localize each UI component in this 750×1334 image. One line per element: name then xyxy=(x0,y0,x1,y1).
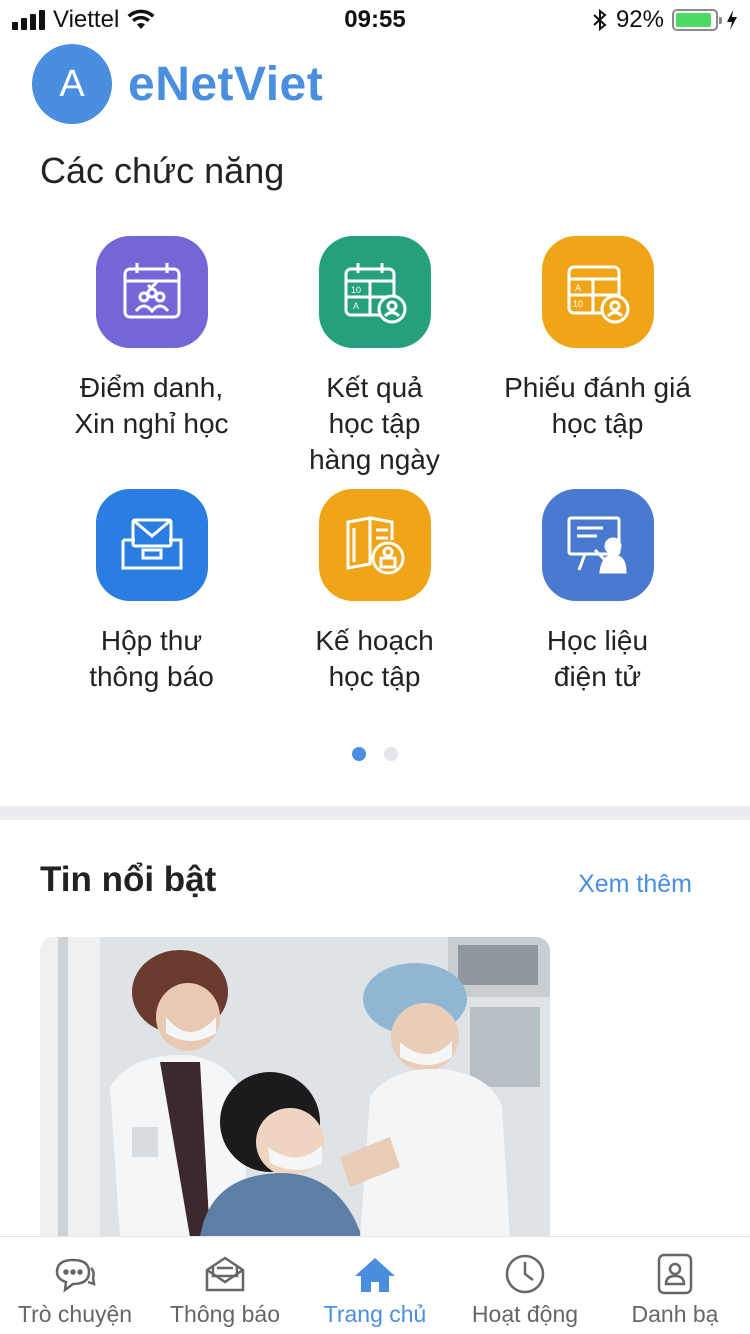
study-plan-book-icon xyxy=(318,489,431,601)
feature-label: Học liệu điện tử xyxy=(546,625,649,692)
feature-study-plan[interactable]: Kế hoạch học tập xyxy=(263,489,486,695)
charging-bolt-icon xyxy=(727,10,737,30)
feature-label: Kết quả học tập hàng ngày xyxy=(309,372,440,475)
tab-label: Trò chuyện xyxy=(17,1301,133,1327)
page-dot-active[interactable] xyxy=(352,747,366,761)
section-divider xyxy=(0,806,750,820)
clock-icon xyxy=(502,1251,548,1297)
tab-label: Danh bạ xyxy=(631,1301,719,1327)
tab-activity[interactable]: Hoạt động xyxy=(450,1237,600,1334)
feature-evaluation-sheet[interactable]: A 10 Phiếu đánh giá học tập xyxy=(486,236,709,442)
chat-bubbles-icon xyxy=(52,1251,98,1297)
tab-notifications[interactable]: Thông báo xyxy=(150,1237,300,1334)
feature-notification-inbox[interactable]: Hộp thư thông báo xyxy=(40,489,263,695)
tab-home[interactable]: Trang chủ xyxy=(300,1237,450,1334)
tab-label: Hoạt động xyxy=(471,1301,579,1327)
contacts-icon xyxy=(652,1251,698,1297)
see-more-link[interactable]: Xem thêm xyxy=(578,870,692,899)
home-icon xyxy=(352,1251,398,1297)
feature-label: Điểm danh, Xin nghỉ học xyxy=(74,372,229,439)
envelope-icon xyxy=(202,1251,248,1297)
report-card-icon: A 10 xyxy=(541,236,654,348)
news-section-title: Tin nổi bật xyxy=(40,860,217,899)
bottom-tab-bar: Trò chuyện Thông báo Trang chủ Hoạt động… xyxy=(0,1236,750,1334)
app-title: eNetViet xyxy=(128,57,324,111)
tab-chat[interactable]: Trò chuyện xyxy=(0,1237,150,1334)
feature-label: Phiếu đánh giá học tập xyxy=(504,372,691,439)
feature-e-learning[interactable]: Học liệu điện tử xyxy=(486,489,709,695)
feature-attendance[interactable]: Điểm danh, Xin nghỉ học xyxy=(40,236,263,442)
inbox-icon xyxy=(95,489,208,601)
calendar-grades-icon: 10 A xyxy=(318,236,431,348)
battery-icon xyxy=(672,9,722,31)
status-bar: Viettel 09:55 92% xyxy=(0,0,750,40)
user-avatar[interactable]: A xyxy=(32,44,112,124)
feature-label: Kế hoạch học tập xyxy=(315,625,434,692)
tab-label: Thông báo xyxy=(170,1301,280,1327)
bluetooth-icon xyxy=(593,8,607,32)
feature-label: Hộp thư thông báo xyxy=(89,625,214,692)
features-section-title: Các chức năng xyxy=(40,150,285,191)
battery-percent: 92% xyxy=(615,6,664,33)
svg-text:10: 10 xyxy=(351,285,361,295)
svg-text:10: 10 xyxy=(573,299,583,309)
featured-news-image[interactable] xyxy=(40,937,550,1237)
page-indicator xyxy=(0,747,750,761)
page-dot[interactable] xyxy=(384,747,398,761)
tab-contacts[interactable]: Danh bạ xyxy=(600,1237,750,1334)
tab-label: Trang chủ xyxy=(323,1301,427,1327)
calendar-attendance-icon xyxy=(95,236,208,348)
e-learning-board-icon xyxy=(541,489,654,601)
status-right: 92% xyxy=(592,6,738,34)
svg-text:A: A xyxy=(353,301,359,311)
feature-daily-results[interactable]: 10 A Kết quả học tập hàng ngày xyxy=(263,236,486,478)
svg-text:A: A xyxy=(575,283,581,293)
app-header: A eNetViet xyxy=(32,44,323,124)
